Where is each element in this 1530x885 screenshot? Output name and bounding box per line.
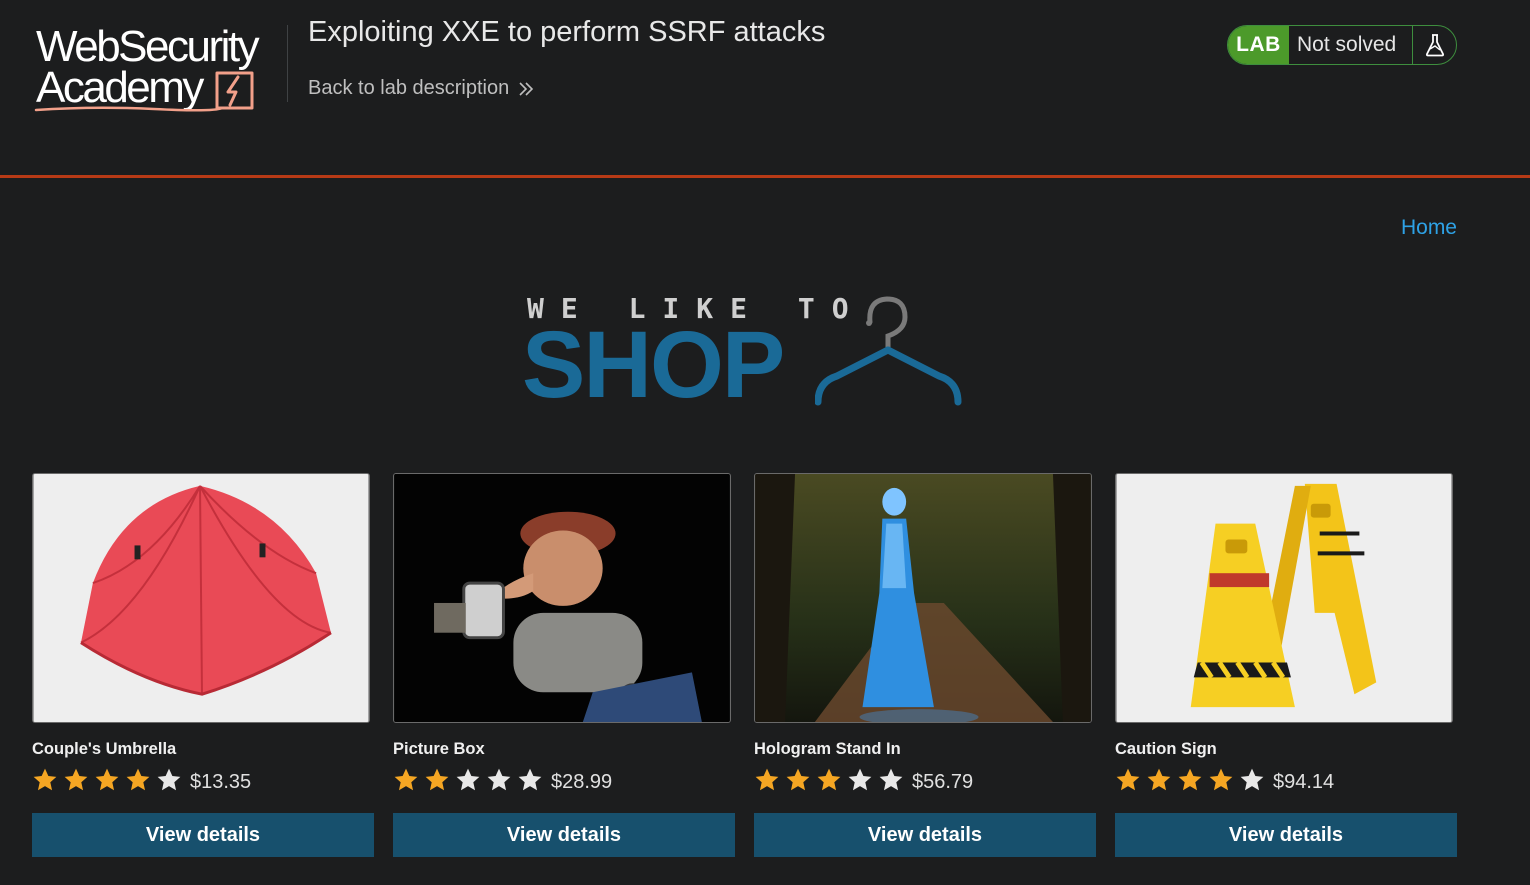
star-filled-icon xyxy=(425,768,449,791)
lab-status-text: Not solved xyxy=(1289,26,1413,64)
header-divider xyxy=(287,25,288,102)
star-filled-icon xyxy=(33,768,57,791)
rating-stars xyxy=(393,767,543,793)
star-filled-icon xyxy=(64,768,88,791)
back-to-lab-description-link[interactable]: Back to lab description xyxy=(308,77,535,100)
product-price: $56.79 xyxy=(912,770,974,793)
star-filled-icon xyxy=(126,768,150,791)
product-price: $13.35 xyxy=(190,770,252,793)
product-card: Picture Box $28.99 View details xyxy=(393,473,735,857)
star-empty-icon xyxy=(456,768,480,791)
product-name: Couple's Umbrella xyxy=(32,740,177,758)
product-price: $28.99 xyxy=(551,770,613,793)
product-name: Caution Sign xyxy=(1115,740,1217,758)
nav-home-link[interactable]: Home xyxy=(1401,216,1457,240)
web-security-academy-logo[interactable]: WebSecurity Academy xyxy=(34,20,284,115)
logo-underline xyxy=(34,106,224,112)
product-image-picture-box xyxy=(393,473,731,723)
star-filled-icon xyxy=(95,768,119,791)
star-empty-icon xyxy=(518,768,542,791)
shop-banner: WE LIKE TO SHOP xyxy=(520,288,970,413)
star-filled-icon xyxy=(1147,768,1171,791)
star-filled-icon xyxy=(394,768,418,791)
star-filled-icon xyxy=(786,768,810,791)
star-empty-icon xyxy=(848,768,872,791)
product-image-hologram-stand-in xyxy=(754,473,1092,723)
product-meta: $13.35 xyxy=(32,764,374,796)
star-filled-icon xyxy=(1178,768,1202,791)
product-name: Picture Box xyxy=(393,740,485,758)
star-empty-icon xyxy=(157,768,181,791)
view-details-button[interactable]: View details xyxy=(393,813,735,857)
banner-shop-text: SHOP xyxy=(522,312,785,418)
star-empty-icon xyxy=(879,768,903,791)
product-card: Couple's Umbrella $13.35 View details xyxy=(32,473,374,857)
product-image-caution-sign xyxy=(1115,473,1453,723)
star-empty-icon xyxy=(1240,768,1264,791)
rating-stars xyxy=(754,767,904,793)
product-meta: $94.14 xyxy=(1115,764,1457,796)
view-details-button[interactable]: View details xyxy=(32,813,374,857)
product-card: Caution Sign $94.14 View details xyxy=(1115,473,1457,857)
product-meta: $28.99 xyxy=(393,764,735,796)
view-details-button[interactable]: View details xyxy=(1115,813,1457,857)
back-link-label: Back to lab description xyxy=(308,77,510,99)
lab-flask-button[interactable] xyxy=(1413,26,1456,64)
star-filled-icon xyxy=(817,768,841,791)
star-filled-icon xyxy=(1116,768,1140,791)
view-details-button[interactable]: View details xyxy=(754,813,1096,857)
lab-header: WebSecurity Academy Exploiting XXE to pe… xyxy=(0,0,1530,178)
product-name: Hologram Stand In xyxy=(754,740,901,758)
lab-status-widget: LAB Not solved xyxy=(1227,25,1457,65)
product-image-couples-umbrella xyxy=(32,473,370,723)
hanger-icon xyxy=(815,296,962,406)
star-empty-icon xyxy=(487,768,511,791)
product-card: Hologram Stand In $56.79 View details xyxy=(754,473,1096,857)
lab-badge: LAB xyxy=(1228,26,1289,64)
star-filled-icon xyxy=(755,768,779,791)
rating-stars xyxy=(1115,767,1265,793)
rating-stars xyxy=(32,767,182,793)
product-meta: $56.79 xyxy=(754,764,1096,796)
star-filled-icon xyxy=(1209,768,1233,791)
flask-icon xyxy=(1425,34,1444,57)
product-price: $94.14 xyxy=(1273,770,1335,793)
lab-title: Exploiting XXE to perform SSRF attacks xyxy=(308,16,826,48)
double-chevron-right-icon xyxy=(519,81,534,96)
